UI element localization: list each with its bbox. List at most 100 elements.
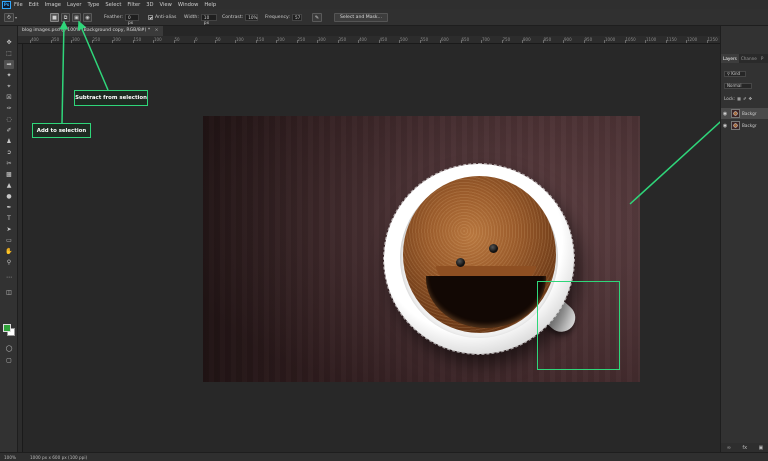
lock-paint-icon[interactable]: ✐: [743, 96, 747, 101]
antialias-checkbox[interactable]: Anti-alias: [148, 13, 178, 22]
zoom-level[interactable]: 100%: [4, 455, 30, 460]
add-mask-icon[interactable]: ▣: [759, 445, 764, 451]
clone-stamp-tool-icon[interactable]: ♟: [4, 137, 14, 146]
new-selection-icon[interactable]: ■: [50, 13, 59, 22]
fx-icon[interactable]: fx: [742, 445, 747, 451]
document-tab[interactable]: blog images.psd @ 100% (Background copy,…: [18, 26, 163, 36]
ruler-tick-label: 250: [92, 37, 101, 42]
gradient-tool-icon[interactable]: ▩: [4, 170, 14, 179]
ruler-tick: [399, 40, 400, 43]
ruler-tick-label: 100: [154, 37, 162, 42]
ruler-tick-label: 1050: [625, 37, 636, 42]
ruler-tick: [645, 40, 646, 43]
hand-tool-icon[interactable]: ✋: [4, 247, 14, 256]
pen-pressure-icon[interactable]: ✎: [312, 13, 322, 22]
default-colors-icon[interactable]: ◫: [4, 288, 14, 297]
add-to-selection-icon[interactable]: ⧉: [61, 13, 70, 22]
dodge-tool-icon[interactable]: ●: [4, 192, 14, 201]
document-size: 1000 px x 600 px (100 ppi): [30, 454, 88, 460]
select-and-mask-button[interactable]: Select and Mask...: [334, 13, 388, 22]
width-input[interactable]: 10 px: [200, 14, 217, 25]
type-tool-icon[interactable]: T: [4, 214, 14, 223]
ruler-tick: [71, 40, 72, 43]
ruler-tick: [624, 40, 626, 43]
search-icon: ⚲: [727, 70, 730, 76]
screen-mode-icon[interactable]: ▢: [4, 356, 14, 365]
status-bar: 100% 1000 px x 600 px (100 ppi): [0, 452, 768, 461]
close-icon[interactable]: ×: [155, 28, 159, 33]
eyedropper-tool-icon[interactable]: ✑: [4, 104, 14, 113]
frequency-input[interactable]: 57: [291, 14, 302, 21]
horizontal-ruler: 400 350 300 250 200 150 100 50 0 50 100 150 200 250 30…: [18, 36, 720, 44]
link-layers-icon[interactable]: ∞: [727, 445, 731, 451]
lock-position-icon[interactable]: ✥: [748, 96, 752, 101]
move-tool-icon[interactable]: ✥: [4, 38, 14, 47]
path-selection-tool-icon[interactable]: ➤: [4, 225, 14, 234]
menu-file[interactable]: File: [14, 2, 23, 8]
menu-filter[interactable]: Filter: [127, 2, 140, 8]
menu-3d[interactable]: 3D: [146, 2, 153, 8]
ruler-tick: [30, 40, 31, 43]
ruler-tick-label: 900: [564, 37, 572, 42]
healing-brush-tool-icon[interactable]: ◌: [4, 115, 14, 124]
more-tools-icon[interactable]: ⋯: [4, 273, 14, 282]
visibility-eye-icon[interactable]: ◉: [721, 123, 729, 129]
lock-transparency-icon[interactable]: ▦: [737, 96, 741, 101]
ruler-tick: [542, 40, 544, 43]
quick-mask-icon[interactable]: ◯: [4, 344, 14, 353]
layer-row[interactable]: ◉ Backgr: [721, 108, 768, 119]
kind-filter-select[interactable]: ⚲ Kind: [724, 70, 746, 77]
feather-input[interactable]: 0 px: [124, 14, 139, 25]
tab-layers[interactable]: Layers: [721, 54, 739, 63]
layer-thumbnail: [731, 121, 740, 130]
rectangle-tool-icon[interactable]: ▭: [4, 236, 14, 245]
layer-name: Backgr: [742, 123, 757, 128]
brush-tool-icon[interactable]: ✐: [4, 126, 14, 135]
ruler-tick-label: 300: [72, 37, 80, 42]
blur-tool-icon[interactable]: ▲: [4, 181, 14, 190]
handle-highlight-box: [537, 281, 620, 370]
ruler-tick-label: 150: [133, 37, 142, 42]
menu-select[interactable]: Select: [105, 2, 121, 8]
tab-paths[interactable]: P: [759, 56, 766, 61]
feather-label: Feather:: [104, 15, 123, 20]
intersect-selection-icon[interactable]: ◉: [83, 13, 92, 22]
history-brush-tool-icon[interactable]: ➲: [4, 148, 14, 157]
marquee-tool-icon[interactable]: ⬚: [4, 49, 14, 58]
contrast-input[interactable]: 10%: [245, 14, 259, 21]
layer-row[interactable]: ◉ Backgr: [721, 120, 768, 131]
add-to-selection-callout: Add to selection: [32, 123, 91, 138]
ruler-tick: [419, 40, 421, 43]
pen-tool-icon[interactable]: ✒: [4, 203, 14, 212]
frame-tool-icon[interactable]: ☒: [4, 93, 14, 102]
quick-selection-tool-icon[interactable]: ✦: [4, 71, 14, 80]
menu-view[interactable]: View: [160, 2, 172, 8]
ruler-tick: [522, 40, 523, 43]
blend-mode-select[interactable]: Normal: [724, 82, 752, 89]
layer-name: Backgr: [742, 111, 757, 116]
visibility-eye-icon[interactable]: ◉: [721, 111, 729, 117]
menu-edit[interactable]: Edit: [29, 2, 39, 8]
tool-preset-picker[interactable]: ⥁ ▾: [4, 13, 17, 22]
ruler-tick-label: 200: [277, 37, 285, 42]
menu-image[interactable]: Image: [45, 2, 61, 8]
ruler-tick: [50, 40, 52, 43]
ruler-tick-label: 650: [461, 37, 470, 42]
ruler-tick: [583, 40, 585, 43]
menu-help[interactable]: Help: [204, 2, 216, 8]
photoshop-logo[interactable]: Ps: [2, 0, 11, 9]
crop-tool-icon[interactable]: ⌖: [4, 82, 14, 91]
zoom-tool-icon[interactable]: ⚲: [4, 258, 14, 267]
antialias-label: Anti-alias: [155, 15, 177, 20]
subtract-from-selection-icon[interactable]: ▣: [72, 13, 81, 22]
menu-layer[interactable]: Layer: [67, 2, 81, 8]
foreground-color-swatch[interactable]: [3, 324, 11, 332]
magnetic-lasso-icon[interactable]: ⥁: [4, 13, 14, 22]
lasso-tool-icon[interactable]: ➡: [4, 60, 14, 69]
menu-window[interactable]: Window: [178, 2, 198, 8]
eraser-tool-icon[interactable]: ✂: [4, 159, 14, 168]
ruler-tick: [214, 40, 216, 43]
menu-type[interactable]: Type: [87, 2, 99, 8]
tab-channels[interactable]: Channe: [739, 56, 759, 61]
ruler-tick: [358, 40, 359, 43]
